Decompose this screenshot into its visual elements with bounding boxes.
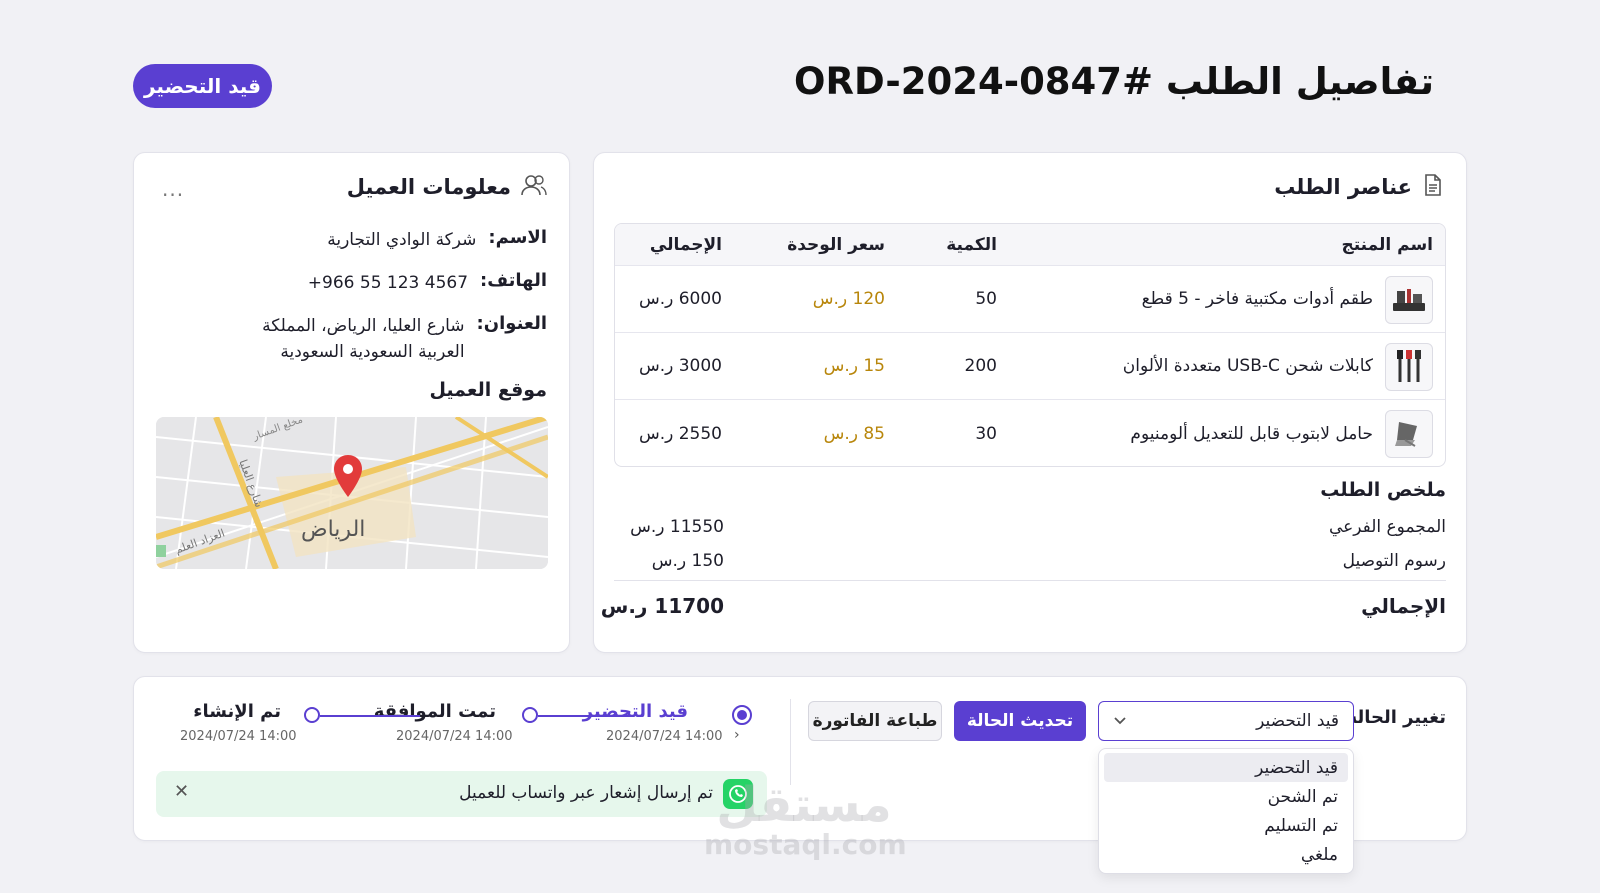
page-title: تفاصيل الطلب #ORD-2024-0847	[794, 60, 1434, 103]
address-value: شارع العليا، الرياض، المملكة العربية الس…	[262, 316, 465, 362]
grand-total-label: الإجمالي	[1361, 594, 1446, 618]
phone-value: +966 55 123 4567	[307, 273, 469, 293]
order-items-header: عناصر الطلب	[616, 173, 1444, 201]
address-label: العنوان:	[476, 313, 547, 334]
dropdown-option[interactable]: تم الشحن	[1104, 782, 1348, 811]
dropdown-option[interactable]: تم التسليم	[1104, 811, 1348, 840]
subtotal-label: المجموع الفرعي	[1328, 517, 1446, 537]
column-header-name: اسم المنتج	[1341, 234, 1433, 255]
timeline-step-date: 2024/07/24 14:00	[396, 729, 513, 744]
customer-phone-row: الهاتف: +966 55 123 4567	[156, 270, 547, 296]
whatsapp-icon	[723, 779, 753, 809]
order-items-title: عناصر الطلب	[1274, 175, 1412, 199]
location-title: موقع العميل	[429, 379, 547, 401]
product-qty: 30	[975, 423, 997, 444]
subtotal-value: 11550 ر.س	[630, 517, 724, 537]
chevron-right-icon[interactable]: ›	[734, 727, 740, 743]
summary-title: ملخص الطلب	[1320, 479, 1446, 501]
status-badge: قيد التحضير	[133, 64, 272, 108]
status-select-value: قيد التحضير	[1256, 711, 1339, 731]
summary-divider	[614, 580, 1446, 581]
laptop-stand-icon	[1385, 410, 1433, 458]
customer-info-title: معلومات العميل	[346, 175, 511, 199]
timeline-step-icon	[304, 707, 320, 723]
timeline-step-label: قيد التحضير	[582, 701, 688, 722]
update-status-button[interactable]: تحديث الحالة	[954, 701, 1086, 741]
product-qty: 50	[975, 289, 997, 309]
chevron-down-icon	[1113, 711, 1127, 731]
print-invoice-button[interactable]: طباعة الفاتورة	[808, 701, 942, 741]
timeline-connector	[320, 715, 420, 717]
dropdown-option[interactable]: قيد التحضير	[1104, 753, 1348, 782]
column-header-total: الإجمالي	[649, 234, 722, 255]
items-table: اسم المنتج الكمية سعر الوحدة الإجمالي طق…	[614, 223, 1446, 467]
timeline-step-date: 2024/07/24 14:00	[606, 729, 723, 744]
product-name: حامل لابتوب قابل للتعديل ألومنيوم	[1130, 423, 1373, 444]
shipping-label: رسوم التوصيل	[1342, 551, 1446, 571]
timeline-step-active-icon	[732, 705, 752, 725]
product-unit-price: 15 ر.س	[823, 356, 885, 376]
product-total: 3000 ر.س	[638, 356, 722, 376]
customer-map[interactable]: الرياض شارع العليا العزاد العلم مخلع الم…	[156, 417, 548, 569]
table-header: اسم المنتج الكمية سعر الوحدة الإجمالي	[615, 224, 1445, 266]
column-header-qty: الكمية	[946, 234, 997, 255]
timeline-step-date: 2024/07/24 14:00	[180, 729, 297, 744]
timeline-step-label: تمت الموافقة	[373, 701, 496, 722]
product-unit-price: 85 ر.س	[823, 423, 885, 444]
notification-text: تم إرسال إشعار عبر واتساب للعميل	[459, 783, 713, 803]
document-icon	[1422, 173, 1444, 201]
divider	[790, 699, 791, 785]
product-name: طقم أدوات مكتبية فاخر - 5 قطع	[1141, 289, 1373, 309]
customer-address-row: العنوان: شارع العليا، الرياض، المملكة ال…	[214, 313, 547, 365]
close-icon[interactable]: ✕	[174, 781, 189, 802]
timeline-step-icon	[522, 707, 538, 723]
dropdown-option[interactable]: ملغي	[1104, 840, 1348, 869]
whatsapp-notification: تم إرسال إشعار عبر واتساب للعميل ✕	[156, 771, 767, 817]
name-value: شركة الوادي التجارية	[327, 230, 477, 250]
name-label: الاسم:	[488, 227, 547, 248]
table-row[interactable]: حامل لابتوب قابل للتعديل ألومنيوم 30 85 …	[615, 400, 1445, 466]
phone-label: الهاتف:	[480, 270, 547, 291]
desk-set-icon	[1385, 276, 1433, 324]
product-total: 6000 ر.س	[638, 289, 722, 309]
customer-info-card: معلومات العميل ··· الاسم: شركة الوادي ال…	[133, 152, 570, 653]
product-unit-price: 120 ر.س	[812, 289, 885, 309]
cables-icon	[1385, 343, 1433, 391]
table-row[interactable]: كابلات شحن USB-C متعددة الألوان 200 15 ر…	[615, 333, 1445, 400]
more-options-icon[interactable]: ···	[162, 183, 184, 207]
customer-info-header: معلومات العميل	[156, 173, 547, 201]
table-row[interactable]: طقم أدوات مكتبية فاخر - 5 قطع 50 120 ر.س…	[615, 266, 1445, 333]
status-select[interactable]: قيد التحضير	[1098, 701, 1354, 741]
timeline-step-label: تم الإنشاء	[193, 701, 281, 722]
product-name: كابلات شحن USB-C متعددة الألوان	[1122, 356, 1373, 376]
product-total: 2550 ر.س	[638, 423, 722, 444]
status-dropdown-menu: قيد التحضير تم الشحن تم التسليم ملغي	[1098, 748, 1354, 874]
users-icon	[521, 173, 547, 201]
product-qty: 200	[964, 356, 997, 376]
map-city-label: الرياض	[301, 517, 366, 542]
timeline-connector	[538, 715, 632, 717]
shipping-value: 150 ر.س	[651, 551, 724, 571]
grand-total-value: 11700 ر.س	[600, 594, 724, 618]
customer-name-row: الاسم: شركة الوادي التجارية	[156, 227, 547, 253]
column-header-unit-price: سعر الوحدة	[787, 234, 885, 255]
change-status-label: تغيير الحالة	[1346, 707, 1446, 728]
order-items-card: عناصر الطلب اسم المنتج الكمية سعر الوحدة…	[593, 152, 1467, 653]
